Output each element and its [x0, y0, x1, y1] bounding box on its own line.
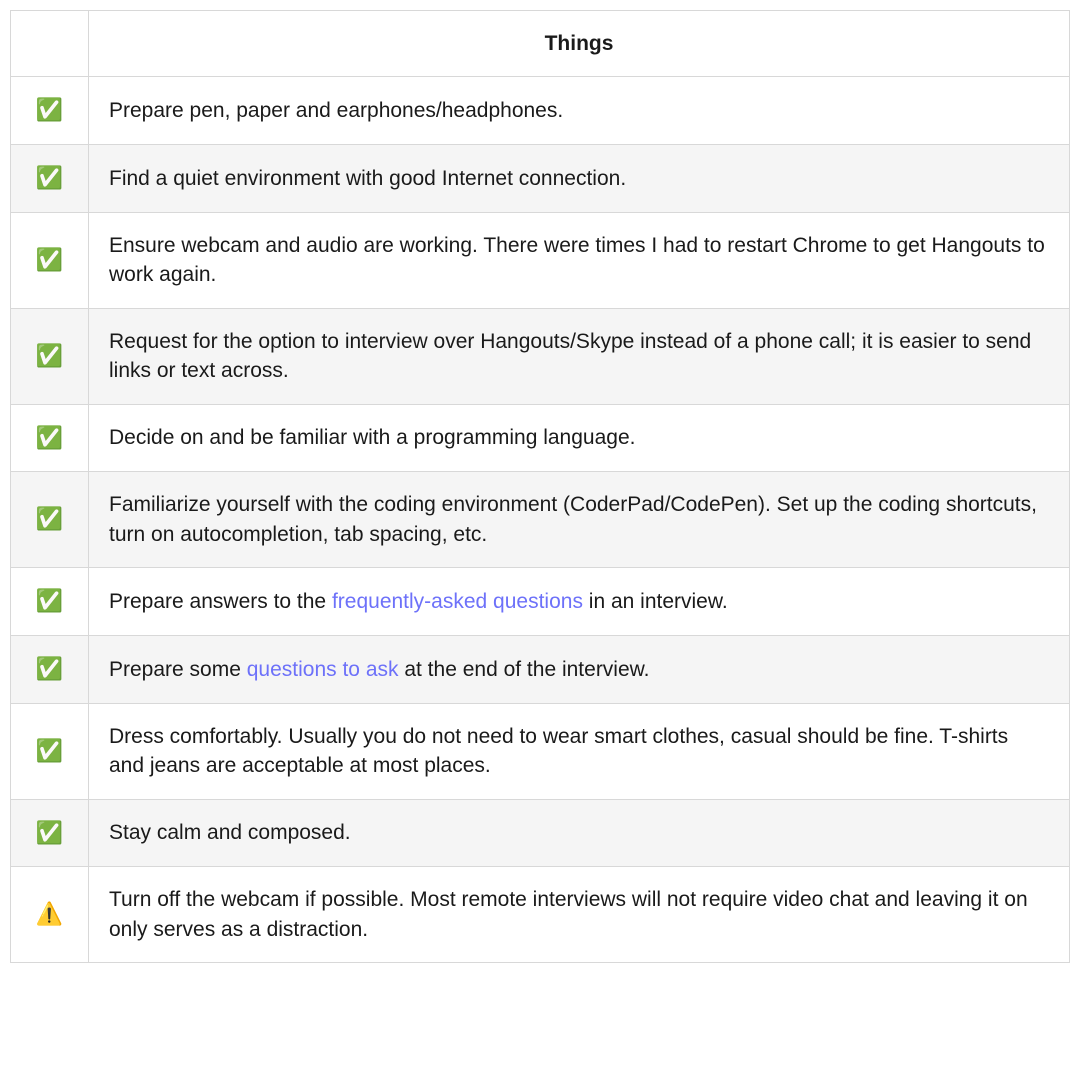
text-segment: Request for the option to interview over…: [109, 330, 1031, 382]
row-text: Prepare answers to the frequently-asked …: [89, 568, 1070, 636]
text-segment: Prepare some: [109, 658, 247, 681]
check-icon: ✅: [11, 568, 89, 636]
row-text: Turn off the webcam if possible. Most re…: [89, 867, 1070, 963]
table-row: ✅ Decide on and be familiar with a progra…: [11, 404, 1070, 472]
table-row: ✅ Stay calm and composed.: [11, 799, 1070, 867]
check-icon: ✅: [11, 635, 89, 703]
table-row: ✅Prepare some questions to ask at the en…: [11, 635, 1070, 703]
header-icon-col: [11, 11, 89, 77]
text-segment: Ensure webcam and audio are working. The…: [109, 234, 1045, 286]
row-text: Familiarize yourself with the coding env…: [89, 472, 1070, 568]
row-text: Request for the option to interview over…: [89, 308, 1070, 404]
row-text: Find a quiet environment with good Inter…: [89, 145, 1070, 213]
text-segment: Decide on and be familiar with a program…: [109, 426, 635, 449]
text-segment: Prepare pen, paper and earphones/headpho…: [109, 99, 563, 122]
row-text: Ensure webcam and audio are working. The…: [89, 212, 1070, 308]
text-segment: Familiarize yourself with the coding env…: [109, 493, 1037, 545]
header-things-col: Things: [89, 11, 1070, 77]
table-header-row: Things: [11, 11, 1070, 77]
check-icon: ✅: [11, 145, 89, 213]
row-text: Dress comfortably. Usually you do not ne…: [89, 703, 1070, 799]
table-row: ⚠️ Turn off the webcam if possible. Most …: [11, 867, 1070, 963]
text-segment: Stay calm and composed.: [109, 821, 351, 844]
check-icon: ✅: [11, 799, 89, 867]
check-icon: ✅: [11, 77, 89, 145]
row-text: Stay calm and composed.: [89, 799, 1070, 867]
text-segment: at the end of the interview.: [399, 658, 650, 681]
things-table: Things ✅ Prepare pen, paper and earphones…: [10, 10, 1070, 963]
table-row: ✅ Prepare pen, paper and earphones/headph…: [11, 77, 1070, 145]
text-segment: Turn off the webcam if possible. Most re…: [109, 888, 1028, 940]
check-icon: ✅: [11, 472, 89, 568]
row-text: Prepare pen, paper and earphones/headpho…: [89, 77, 1070, 145]
table-row: ✅ Ensure webcam and audio are working. Th…: [11, 212, 1070, 308]
table-row: ✅Prepare answers to the frequently-asked…: [11, 568, 1070, 636]
text-segment: Find a quiet environment with good Inter…: [109, 167, 626, 190]
table-row: ✅ Request for the option to interview ove…: [11, 308, 1070, 404]
table-row: ✅ Familiarize yourself with the coding en…: [11, 472, 1070, 568]
table-row: ✅ Dress comfortably. Usually you do not n…: [11, 703, 1070, 799]
check-icon: ✅: [11, 404, 89, 472]
table-row: ✅ Find a quiet environment with good Inte…: [11, 145, 1070, 213]
warning-icon: ⚠️: [11, 867, 89, 963]
inline-link[interactable]: questions to ask: [247, 658, 399, 681]
inline-link[interactable]: frequently-asked questions: [332, 590, 583, 613]
row-text: Decide on and be familiar with a program…: [89, 404, 1070, 472]
text-segment: in an interview.: [583, 590, 728, 613]
text-segment: Dress comfortably. Usually you do not ne…: [109, 725, 1008, 777]
row-text: Prepare some questions to ask at the end…: [89, 635, 1070, 703]
check-icon: ✅: [11, 212, 89, 308]
check-icon: ✅: [11, 308, 89, 404]
text-segment: Prepare answers to the: [109, 590, 332, 613]
check-icon: ✅: [11, 703, 89, 799]
